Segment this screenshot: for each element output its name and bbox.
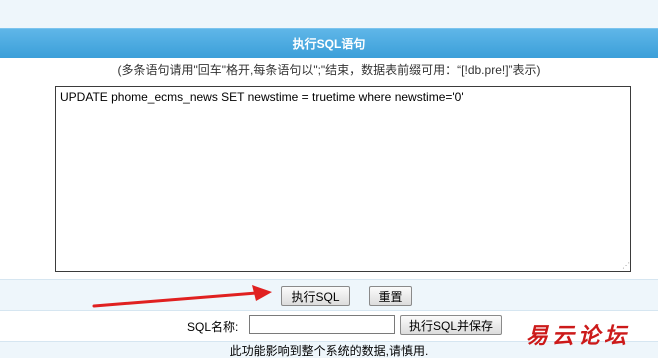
site-watermark-logo: 易云论坛 — [526, 323, 631, 349]
execute-sql-button[interactable]: 执行SQL — [281, 286, 350, 306]
sql-hint-row: (多条语句请用"回车"格开,每条语句以";"结束，数据表前缀可用：“[!db.p… — [0, 58, 658, 81]
sql-hint-text: (多条语句请用"回车"格开,每条语句以";"结束，数据表前缀可用：“[!db.p… — [117, 62, 541, 77]
resize-grip-icon[interactable]: ⋰ — [622, 262, 630, 270]
warning-text: 此功能影响到整个系统的数据,请慎用. — [229, 343, 429, 358]
sql-name-label: SQL名称: — [187, 320, 239, 334]
page: 执行SQL语句 (多条语句请用"回车"格开,每条语句以";"结束，数据表前缀可用… — [0, 0, 658, 358]
reset-button[interactable]: 重置 — [369, 286, 412, 306]
page-title-bar: 执行SQL语句 — [0, 28, 658, 59]
execute-and-save-button[interactable]: 执行SQL并保存 — [400, 315, 502, 335]
red-arrow-icon — [92, 285, 272, 308]
page-title: 执行SQL语句 — [292, 37, 366, 51]
sql-textarea[interactable]: UPDATE phome_ecms_news SET newstime = tr… — [55, 86, 631, 272]
sql-name-input[interactable] — [249, 315, 395, 334]
